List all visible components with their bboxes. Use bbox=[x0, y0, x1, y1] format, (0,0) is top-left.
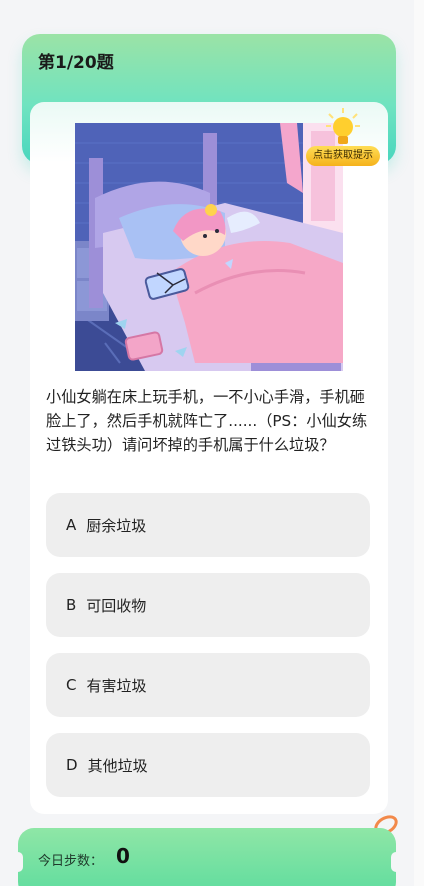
steps-label: 今日步数： bbox=[38, 854, 104, 869]
option-text: 其他垃圾 bbox=[87, 756, 148, 775]
option-d[interactable]: D 其他垃圾 bbox=[46, 733, 370, 797]
option-letter: B bbox=[66, 596, 77, 614]
option-c[interactable]: C 有害垃圾 bbox=[46, 653, 370, 717]
ticket-notch bbox=[13, 852, 23, 872]
option-text: 有害垃圾 bbox=[86, 676, 147, 695]
progress-title: 第1/20题 bbox=[38, 53, 114, 73]
lightbulb-icon bbox=[326, 108, 360, 148]
scrollbar-track[interactable] bbox=[414, 0, 424, 886]
get-hint-button[interactable]: 点击获取提示 bbox=[306, 108, 380, 170]
option-b[interactable]: B 可回收物 bbox=[46, 573, 370, 637]
option-letter: C bbox=[66, 676, 77, 694]
option-letter: A bbox=[66, 516, 77, 534]
option-text: 可回收物 bbox=[86, 596, 147, 615]
question-card: 小仙女躺在床上玩手机，一不小心手滑，手机砸脸上了，然后手机就阵亡了......（… bbox=[30, 102, 388, 814]
option-a[interactable]: A 厨余垃圾 bbox=[46, 493, 370, 557]
question-illustration bbox=[75, 123, 343, 371]
steps-value: 0 bbox=[116, 844, 130, 868]
question-text: 小仙女躺在床上玩手机，一不小心手滑，手机砸脸上了，然后手机就阵亡了......（… bbox=[46, 388, 368, 454]
option-letter: D bbox=[66, 756, 78, 774]
daily-steps-bar: 今日步数： 0 bbox=[13, 828, 401, 886]
hint-label: 点击获取提示 bbox=[306, 146, 380, 166]
ticket-notch bbox=[391, 852, 401, 872]
option-text: 厨余垃圾 bbox=[86, 516, 147, 535]
